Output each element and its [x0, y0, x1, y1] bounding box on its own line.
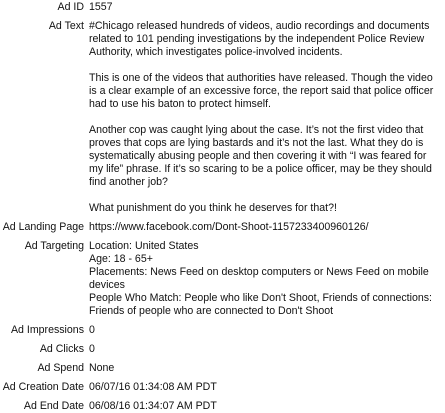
- ad-text-paragraph: #Chicago released hundreds of videos, au…: [89, 20, 430, 58]
- ad-id-label: Ad ID: [57, 1, 85, 13]
- targeting-location: Location: United States: [89, 240, 199, 252]
- targeting-age: Age: 18 - 65+: [89, 253, 153, 265]
- ad-creation-date-label: Ad Creation Date: [2, 381, 84, 393]
- ad-clicks-row: Ad Clicks 0: [0, 343, 445, 362]
- ad-end-date-row: Ad End Date 06/08/16 01:34:07 AM PDT: [0, 400, 445, 413]
- ad-text-label: Ad Text: [48, 20, 84, 32]
- targeting-placements: Placements: News Feed on desktop compute…: [89, 266, 429, 291]
- ad-id-value: 1557: [89, 1, 113, 13]
- ad-id-row: Ad ID 1557: [0, 1, 445, 20]
- ad-creation-date-row: Ad Creation Date 06/07/16 01:34:08 AM PD…: [0, 381, 445, 400]
- ad-impressions-label: Ad Impressions: [10, 324, 84, 336]
- ad-text-paragraph: Another cop was caught lying about the c…: [89, 124, 432, 188]
- ad-text-row: Ad Text #Chicago released hundreds of vi…: [0, 20, 445, 221]
- ad-targeting-body: Location: United States Age: 18 - 65+ Pl…: [89, 240, 439, 318]
- ad-landing-page-url: https://www.facebook.com/Dont-Shoot-1157…: [89, 221, 369, 233]
- ad-text-body: #Chicago released hundreds of videos, au…: [89, 20, 439, 215]
- ad-spend-label: Ad Spend: [37, 362, 84, 374]
- targeting-people-who-match: People Who Match: People who like Don't …: [89, 292, 432, 317]
- ad-landing-page-row: Ad Landing Page https://www.facebook.com…: [0, 221, 445, 240]
- ad-end-date-label: Ad End Date: [23, 400, 84, 412]
- ad-details-table: Ad ID 1557 Ad Text #Chicago released hun…: [0, 1, 445, 413]
- ad-clicks-value: 0: [89, 343, 95, 355]
- ad-spend-row: Ad Spend None: [0, 362, 445, 381]
- ad-impressions-row: Ad Impressions 0: [0, 324, 445, 343]
- ad-targeting-row: Ad Targeting Location: United States Age…: [0, 240, 445, 324]
- ad-spend-value: None: [89, 362, 115, 374]
- ad-text-paragraph: This is one of the videos that authoriti…: [89, 72, 434, 110]
- ad-landing-page-label: Ad Landing Page: [2, 221, 84, 233]
- ad-creation-date-value: 06/07/16 01:34:08 AM PDT: [89, 381, 217, 393]
- ad-targeting-label: Ad Targeting: [24, 240, 84, 252]
- ad-end-date-value: 06/08/16 01:34:07 AM PDT: [89, 400, 217, 412]
- ad-text-paragraph: What punishment do you think he deserves…: [89, 202, 337, 214]
- ad-clicks-label: Ad Clicks: [39, 343, 84, 355]
- ad-impressions-value: 0: [89, 324, 95, 336]
